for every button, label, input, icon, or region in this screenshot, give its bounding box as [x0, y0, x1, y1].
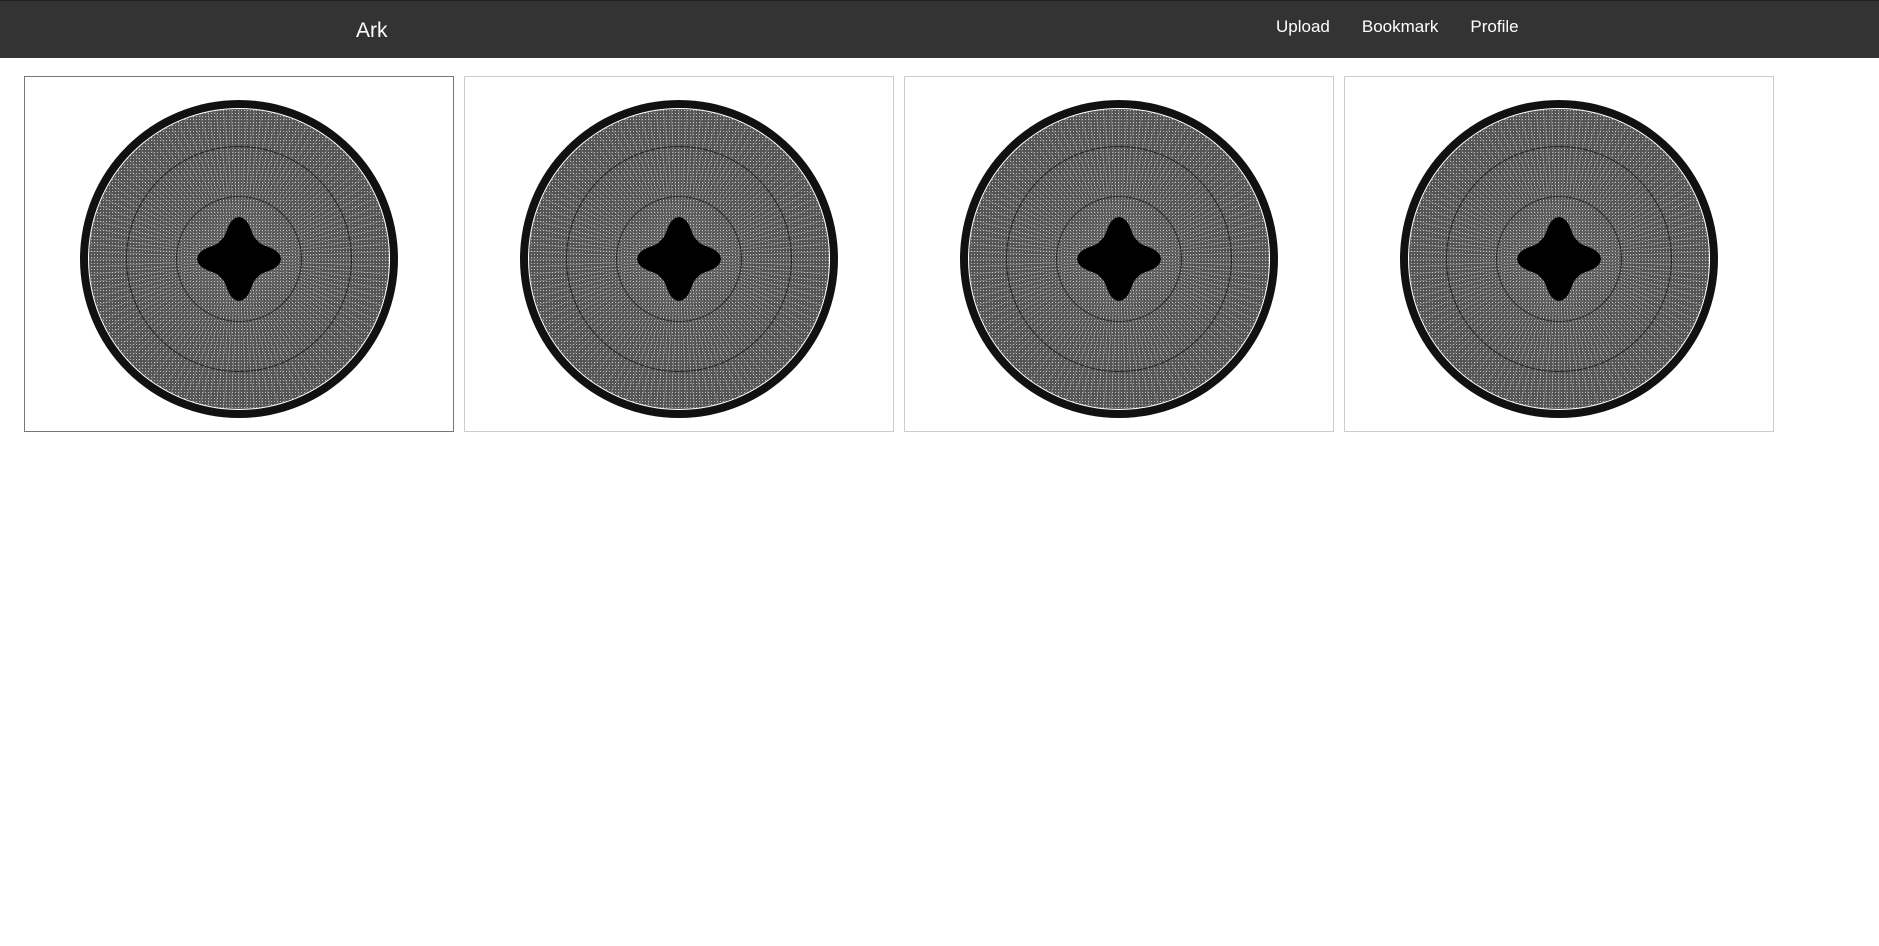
nav-upload-link[interactable]: Upload [1276, 17, 1330, 37]
gallery-thumbnail-3[interactable] [904, 76, 1334, 432]
gallery-thumbnail-2[interactable] [464, 76, 894, 432]
nav-bookmark-link[interactable]: Bookmark [1362, 17, 1439, 37]
brand-link[interactable]: Ark [356, 19, 388, 43]
circle-art-image [80, 100, 398, 418]
image-gallery [24, 76, 1774, 432]
top-navbar: Ark Upload Bookmark Profile [0, 0, 1879, 58]
circle-art-image [520, 100, 838, 418]
circle-art-image [1400, 100, 1718, 418]
gallery-thumbnail-1[interactable] [24, 76, 454, 432]
nav-links: Upload Bookmark Profile [1276, 1, 1551, 59]
gallery-thumbnail-4[interactable] [1344, 76, 1774, 432]
nav-profile-link[interactable]: Profile [1470, 17, 1518, 37]
circle-art-image [960, 100, 1278, 418]
